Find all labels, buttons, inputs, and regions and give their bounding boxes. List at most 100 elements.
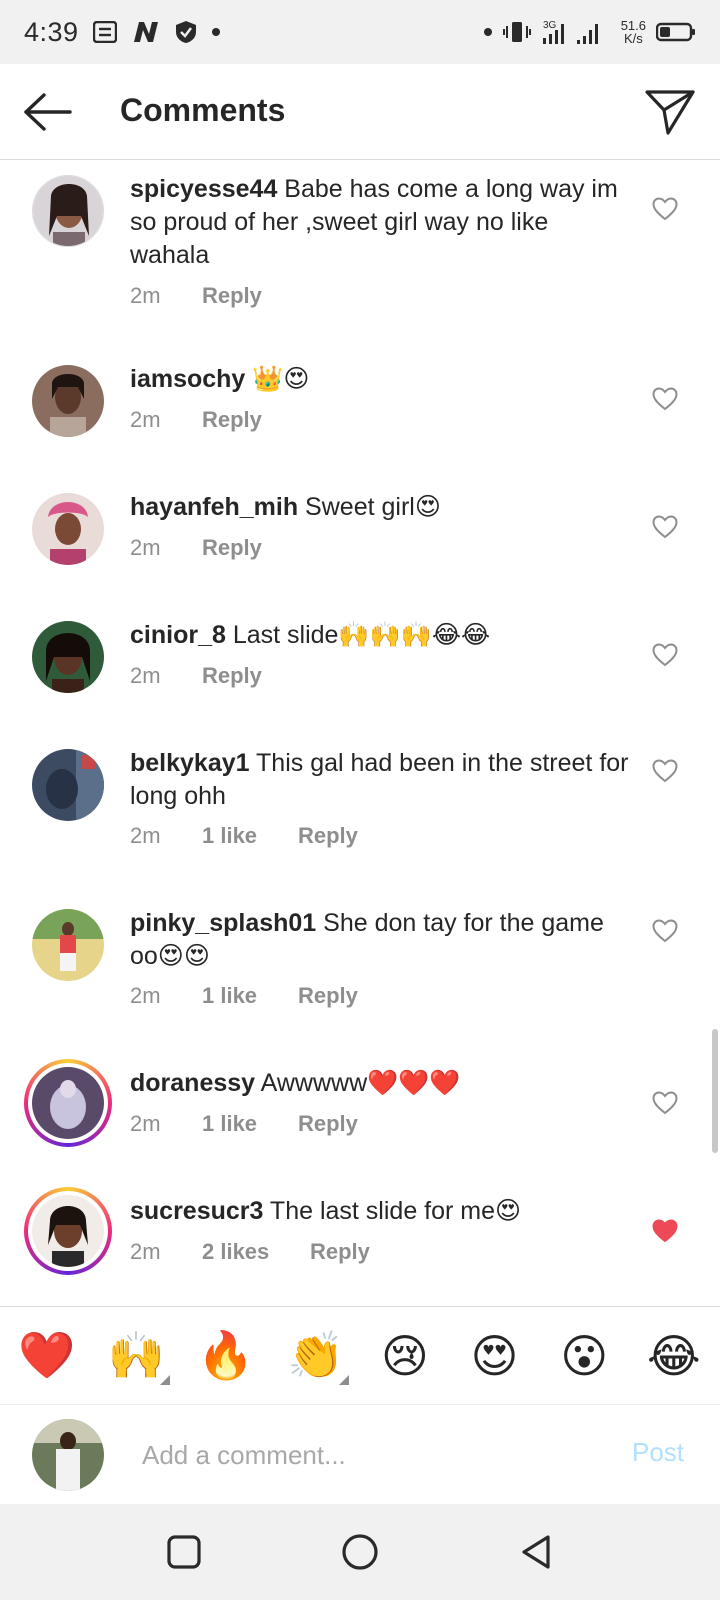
- avatar[interactable]: [32, 175, 104, 247]
- network-speed: 51.6 K/s: [621, 19, 646, 45]
- emoji-heart-eyes[interactable]: 😍: [467, 1329, 523, 1383]
- reply-button[interactable]: Reply: [202, 283, 262, 309]
- comment-time: 2m: [130, 1111, 161, 1136]
- reply-button[interactable]: Reply: [202, 407, 262, 433]
- comment-text: sucresucr3 The last slide for me😍: [130, 1195, 630, 1228]
- notes-icon: [92, 21, 117, 43]
- comment-username[interactable]: sucresucr3: [130, 1197, 263, 1225]
- emoji-clapping[interactable]: 👏: [287, 1328, 350, 1385]
- scrollbar-thumb[interactable]: [712, 1029, 718, 1153]
- battery-icon: [656, 21, 696, 43]
- status-bar: 4:39 3G 51.6 K/s: [0, 0, 720, 64]
- heart-outline-icon: [652, 759, 678, 783]
- comment-time: 2m: [130, 535, 161, 560]
- comment-time: 2m: [130, 407, 161, 432]
- avatar[interactable]: [32, 493, 104, 565]
- like-button-active[interactable]: [652, 1219, 678, 1243]
- comment-body: Sweet girl😍: [298, 493, 441, 521]
- comment-body: 👑😍: [245, 365, 310, 393]
- heart-outline-icon: [652, 643, 678, 667]
- comment-meta: 2m Reply: [130, 663, 262, 689]
- emoji-quick-bar: ❤️ 🙌 🔥 👏 😢 😍 😮 😂: [0, 1306, 720, 1404]
- heart-outline-icon: [652, 1091, 678, 1115]
- avatar[interactable]: [32, 909, 104, 981]
- comment-username[interactable]: pinky_splash01: [130, 909, 316, 937]
- back-arrow-icon: [24, 93, 72, 131]
- reply-button[interactable]: Reply: [202, 535, 262, 561]
- triangle-back-icon: [522, 1535, 550, 1569]
- comment-username[interactable]: iamsochy: [130, 365, 245, 393]
- comment-body: Last slide🙌🙌🙌😂😂: [225, 621, 491, 649]
- comment-username[interactable]: doranessy: [130, 1069, 255, 1097]
- reply-button[interactable]: Reply: [202, 663, 262, 689]
- reply-button[interactable]: Reply: [298, 1111, 358, 1137]
- status-time: 4:39: [24, 16, 79, 47]
- reply-button[interactable]: Reply: [310, 1239, 370, 1265]
- comment-like-count[interactable]: 1 like: [202, 1111, 298, 1137]
- story-ring-avatar[interactable]: [24, 1187, 112, 1275]
- reply-button[interactable]: Reply: [298, 823, 358, 849]
- heart-outline-icon: [652, 197, 678, 221]
- heart-filled-icon: [652, 1219, 678, 1243]
- dot-icon: [211, 27, 221, 37]
- network-type: 3G: [543, 20, 557, 31]
- back-nav-button[interactable]: [516, 1532, 556, 1572]
- comment-username[interactable]: cinior_8: [130, 621, 226, 649]
- like-button[interactable]: [652, 759, 678, 783]
- comment-username[interactable]: spicyesse44: [130, 175, 277, 203]
- emoji-glyph: 🙌: [107, 1328, 165, 1382]
- page-title: Comments: [120, 92, 286, 128]
- avatar: [32, 1067, 104, 1139]
- reply-button[interactable]: Reply: [298, 983, 358, 1009]
- comment-text: hayanfeh_mih Sweet girl😍: [130, 491, 630, 524]
- comment-like-count[interactable]: 2 likes: [202, 1239, 310, 1265]
- comment-time: 2m: [130, 823, 161, 848]
- comment-username[interactable]: belkykay1: [130, 749, 250, 777]
- comment-time: 2m: [130, 663, 161, 688]
- comment-meta: 2m 1 like Reply: [130, 823, 358, 849]
- like-button[interactable]: [652, 643, 678, 667]
- emoji-crying[interactable]: 😢: [377, 1329, 433, 1383]
- speed-unit: K/s: [623, 31, 643, 46]
- like-button[interactable]: [652, 387, 678, 411]
- avatar[interactable]: [32, 365, 104, 437]
- share-button[interactable]: [644, 86, 696, 138]
- comment-meta: 2m 1 like Reply: [130, 983, 358, 1009]
- comment-time: 2m: [130, 1239, 161, 1264]
- comment-like-count[interactable]: 1 like: [202, 983, 298, 1009]
- avatar[interactable]: [32, 621, 104, 693]
- like-button[interactable]: [652, 1091, 678, 1115]
- comment-input[interactable]: [142, 1431, 602, 1479]
- comment-body: Awwwww❤️❤️❤️: [255, 1069, 461, 1097]
- like-button[interactable]: [652, 515, 678, 539]
- status-left: 4:39: [24, 17, 221, 48]
- skin-tone-indicator: [159, 1375, 170, 1385]
- emoji-heart[interactable]: ❤️: [18, 1328, 75, 1383]
- home-button[interactable]: [340, 1532, 380, 1572]
- back-button[interactable]: [22, 90, 74, 134]
- emoji-surprised[interactable]: 😮: [556, 1329, 612, 1383]
- emoji-raising-hands[interactable]: 🙌: [107, 1328, 170, 1385]
- emoji-tears-of-joy[interactable]: 😂: [646, 1329, 702, 1383]
- comment-time: 2m: [130, 283, 161, 308]
- avatar[interactable]: [32, 749, 104, 821]
- like-button[interactable]: [652, 919, 678, 943]
- comment-text: belkykay1 This gal had been in the stree…: [130, 747, 630, 813]
- post-button[interactable]: Post: [632, 1437, 684, 1468]
- system-nav-bar: [0, 1504, 720, 1600]
- comment-username[interactable]: hayanfeh_mih: [130, 493, 298, 521]
- emoji-fire[interactable]: 🔥: [197, 1328, 254, 1383]
- comment-time: 2m: [130, 983, 161, 1008]
- comment-meta: 2m Reply: [130, 283, 262, 309]
- like-button[interactable]: [652, 197, 678, 221]
- comment-list[interactable]: spicyesse44 Babe has come a long way im …: [0, 161, 720, 1306]
- emoji-glyph: 👏: [287, 1328, 345, 1382]
- story-ring-avatar[interactable]: [24, 1059, 112, 1147]
- shield-icon: [175, 20, 197, 44]
- comment-like-count[interactable]: 1 like: [202, 823, 298, 849]
- comment-text: cinior_8 Last slide🙌🙌🙌😂😂: [130, 619, 630, 652]
- recents-button[interactable]: [164, 1532, 204, 1572]
- comment-text: doranessy Awwwww❤️❤️❤️: [130, 1067, 630, 1100]
- comment-body: The last slide for me😍: [263, 1197, 522, 1225]
- dot-icon: [483, 27, 493, 37]
